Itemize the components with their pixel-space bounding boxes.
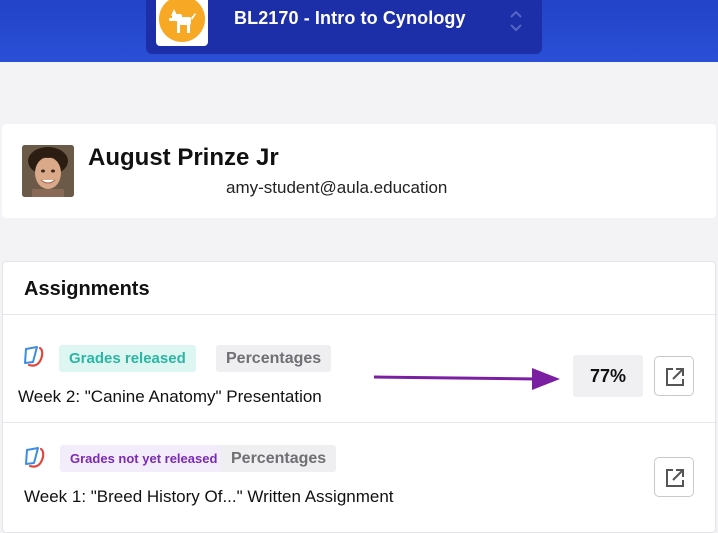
profile-email: amy-student@aula.education [226, 178, 448, 197]
course-logo [156, 0, 208, 46]
status-badge: Grades not yet released [60, 445, 228, 472]
assignment-icon [24, 346, 44, 367]
status-badge: Grades released [59, 345, 196, 372]
assignment-title[interactable]: Week 2: "Canine Anatomy" Presentation [18, 387, 322, 407]
assignment-icon [25, 447, 45, 468]
open-assignment-button[interactable] [654, 356, 694, 396]
annotation-arrow [373, 368, 560, 390]
grade-value: 77% [573, 355, 643, 397]
assignment-title[interactable]: Week 1: "Breed History Of..." Written As… [24, 487, 394, 507]
profile-name: August Prinze Jr [88, 144, 279, 171]
course-title: BL2170 - Intro to Cynology [234, 8, 466, 28]
profile-card: August Prinze Jr amy-student@aula.educat… [2, 124, 716, 218]
dog-icon [169, 9, 196, 33]
grading-scheme-badge: Percentages [216, 345, 332, 372]
open-external-icon [666, 469, 684, 487]
divider [3, 314, 717, 315]
assignment-row[interactable]: Grades released Percentages Week 2: "Can… [3, 324, 717, 424]
open-assignment-button[interactable] [654, 457, 694, 497]
assignments-heading: Assignments [24, 278, 150, 300]
assignment-row[interactable]: Grades not yet released Percentages Week… [3, 423, 717, 533]
course-switcher[interactable]: BL2170 - Intro to Cynology [146, 0, 542, 54]
assignments-panel: Assignments Grades released Percentages … [2, 261, 717, 533]
grading-scheme-badge: Percentages [221, 445, 337, 472]
avatar [22, 145, 74, 197]
open-external-icon [666, 368, 684, 386]
top-header: BL2170 - Intro to Cynology [0, 0, 718, 62]
chevron-updown-icon[interactable] [508, 6, 524, 36]
